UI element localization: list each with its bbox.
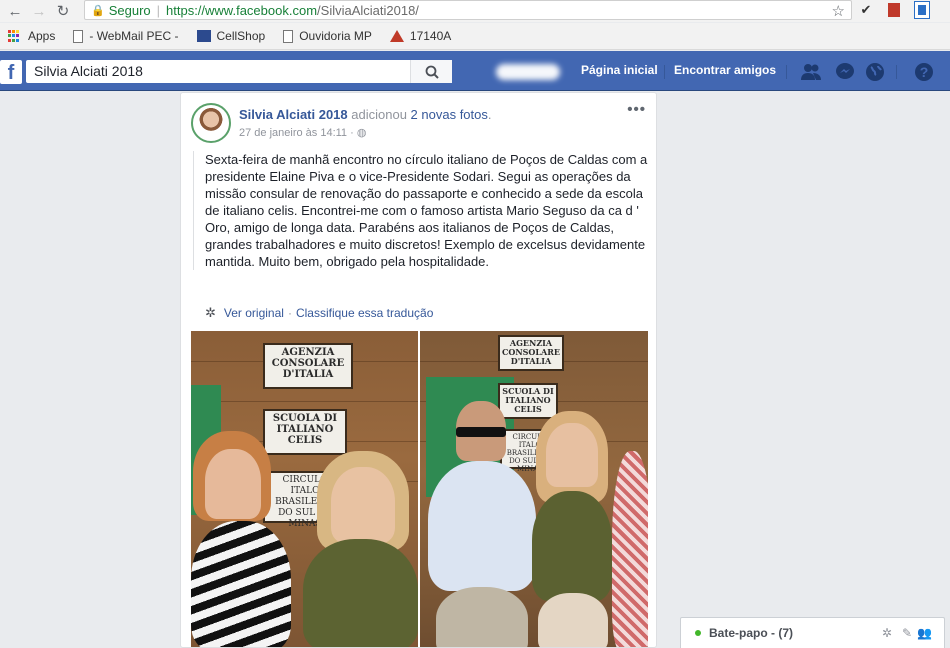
address-bar[interactable]: 🔒 Seguro | https://www.facebook.com/Silv…	[84, 0, 852, 20]
person-white-trousers	[538, 593, 608, 647]
help-icon[interactable]: ?	[913, 61, 935, 83]
post-photo-1[interactable]: AGENZIA CONSOLARE D'ITALIA SCUOLA DI ITA…	[191, 331, 418, 647]
person-olive-top	[303, 539, 418, 647]
nav-divider	[664, 65, 665, 79]
bookmark-label: Ouvidoria MP	[299, 29, 372, 43]
bookmark-label: CellShop	[216, 29, 266, 43]
notifications-globe-icon[interactable]	[864, 61, 886, 83]
facebook-logo-icon[interactable]: f	[0, 60, 22, 84]
search-value: Silvia Alciati 2018	[34, 63, 143, 79]
messenger-icon[interactable]	[834, 61, 856, 83]
man-trousers	[436, 587, 528, 647]
bookmark-label: Apps	[28, 29, 56, 43]
see-original-link[interactable]: Ver original	[224, 306, 284, 320]
wall-stripe	[191, 401, 418, 402]
photos-link[interactable]: 2 novas fotos	[411, 107, 488, 122]
sign-scuola-italiano: SCUOLA DI ITALIANO CELIS	[263, 409, 347, 455]
apps-grid-icon	[8, 30, 20, 42]
search-icon	[425, 65, 439, 79]
person-striped-top	[191, 521, 291, 647]
bookmark-extension-icon[interactable]	[914, 1, 930, 19]
url-text: https://www.facebook.com/SilviaAlciati20…	[166, 3, 419, 18]
checkmark-extension-icon[interactable]: ✔	[858, 1, 874, 19]
nav-divider	[896, 65, 897, 79]
sign-agenzia-consolare: AGENZIA CONSOLARE D'ITALIA	[498, 335, 564, 371]
nav-home-link[interactable]: Página inicial	[581, 63, 658, 77]
post-timestamp: 27 de janeiro às 14:11 · ◍	[239, 126, 366, 139]
chat-label: Bate-papo - (7)	[709, 626, 793, 640]
translation-settings-icon[interactable]: ✲	[205, 305, 216, 321]
cellshop-icon	[196, 30, 211, 42]
nav-divider	[786, 65, 787, 79]
search-input[interactable]: Silvia Alciati 2018	[26, 60, 452, 83]
nav-find-friends-link[interactable]: Encontrar amigos	[674, 63, 776, 77]
back-icon[interactable]: ←	[6, 2, 24, 20]
bookmark-17140a[interactable]: 17140A	[389, 29, 452, 43]
translation-bar: ✲ Ver original · Classifique essa traduç…	[205, 305, 433, 321]
chat-tab[interactable]: Bate-papo - (7) ✲ ✎ 👥	[680, 617, 945, 648]
person-patterned-dress	[612, 451, 648, 647]
profile-name-redacted[interactable]	[496, 64, 560, 80]
sign-agenzia-consolare: AGENZIA CONSOLARE D'ITALIA	[263, 343, 353, 389]
post-card: Silvia Alciati 2018 adicionou 2 novas fo…	[180, 92, 657, 648]
security-label: Seguro	[108, 2, 151, 18]
lock-icon: 🔒	[91, 4, 105, 17]
new-message-icon[interactable]: ✎	[902, 626, 912, 640]
post-header: Silvia Alciati 2018 adicionou 2 novas fo…	[239, 107, 492, 122]
author-avatar[interactable]	[191, 103, 231, 143]
globe-privacy-icon[interactable]: ◍	[357, 127, 367, 139]
facebook-header: f Silvia Alciati 2018 Página inicial Enc…	[0, 51, 950, 91]
person-olive-top	[532, 491, 612, 601]
bookmark-label: 17140A	[409, 29, 452, 43]
url-host: https://www.facebook.com	[166, 2, 318, 18]
post-action-period: .	[487, 107, 492, 122]
bookmark-label: - WebMail PEC -	[89, 29, 179, 43]
bookmark-star-icon[interactable]: ☆	[832, 2, 845, 20]
pdf-extension-icon[interactable]	[886, 1, 902, 19]
svg-text:?: ?	[920, 64, 929, 80]
sunglasses	[456, 427, 506, 437]
create-group-icon[interactable]: 👥	[917, 626, 932, 640]
post-photo-2[interactable]: AGENZIA CONSOLARE D'ITALIA SCUOLA DI ITA…	[420, 331, 648, 647]
timestamp-link[interactable]: 27 de janeiro às 14:11 ·	[239, 127, 354, 139]
sign-scuola-italiano: SCUOLA DI ITALIANO CELIS	[498, 383, 558, 419]
bookmark-ouvidoria[interactable]: Ouvidoria MP	[283, 29, 372, 43]
bookmark-webmail[interactable]: - WebMail PEC -	[73, 29, 179, 43]
reload-icon[interactable]: ↻	[54, 2, 72, 20]
rate-translation-link[interactable]: Classifique essa tradução	[296, 306, 433, 320]
search-button[interactable]	[410, 60, 452, 83]
post-text: Sexta-feira de manhã encontro no círculo…	[193, 151, 648, 270]
forward-icon[interactable]: →	[30, 2, 48, 20]
person-face	[205, 449, 261, 519]
translation-separator: ·	[287, 306, 292, 320]
online-status-dot	[695, 630, 701, 636]
post-options-icon[interactable]: •••	[627, 101, 646, 118]
bookmark-apps[interactable]: Apps	[8, 29, 55, 43]
document-icon	[283, 29, 294, 43]
author-name-link[interactable]: Silvia Alciati 2018	[239, 107, 348, 122]
post-action: adicionou	[351, 107, 407, 122]
url-path: /SilviaAlciati2018/	[317, 2, 419, 18]
person-face	[546, 423, 598, 487]
document-icon	[73, 29, 84, 43]
person-face	[331, 467, 395, 543]
friend-requests-icon[interactable]	[800, 61, 822, 83]
man-shirt	[428, 461, 536, 591]
bookmarks-bar: Apps - WebMail PEC - CellShop Ouvidoria …	[0, 23, 950, 50]
bookmark-cellshop[interactable]: CellShop	[196, 29, 266, 43]
chat-settings-icon[interactable]: ✲	[882, 626, 892, 640]
mt-icon	[389, 30, 404, 42]
address-separator: |	[156, 2, 161, 18]
